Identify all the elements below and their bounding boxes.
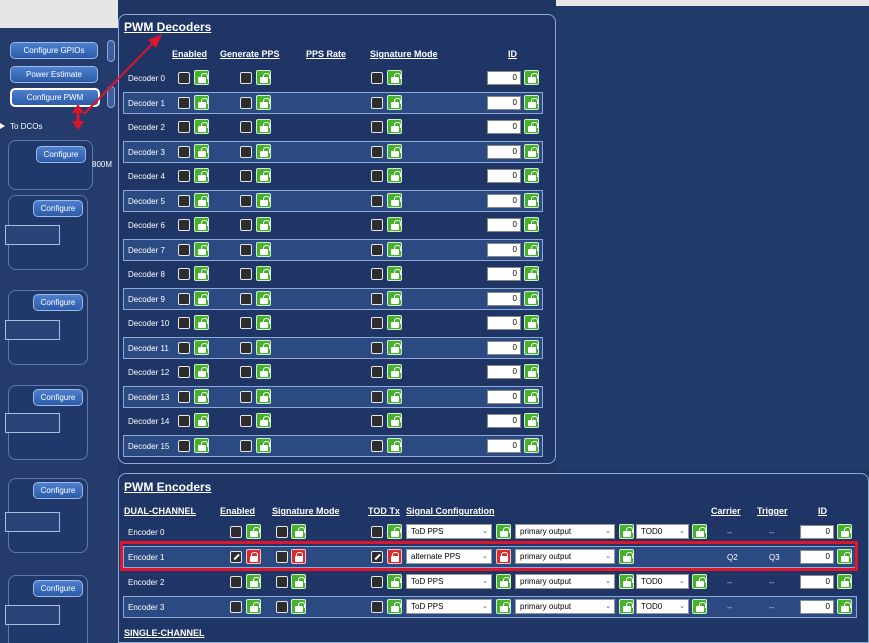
arrowhead bbox=[72, 121, 84, 130]
annotation-arrows bbox=[72, 34, 162, 130]
arrow-line bbox=[83, 37, 159, 115]
arrowhead bbox=[72, 104, 84, 113]
